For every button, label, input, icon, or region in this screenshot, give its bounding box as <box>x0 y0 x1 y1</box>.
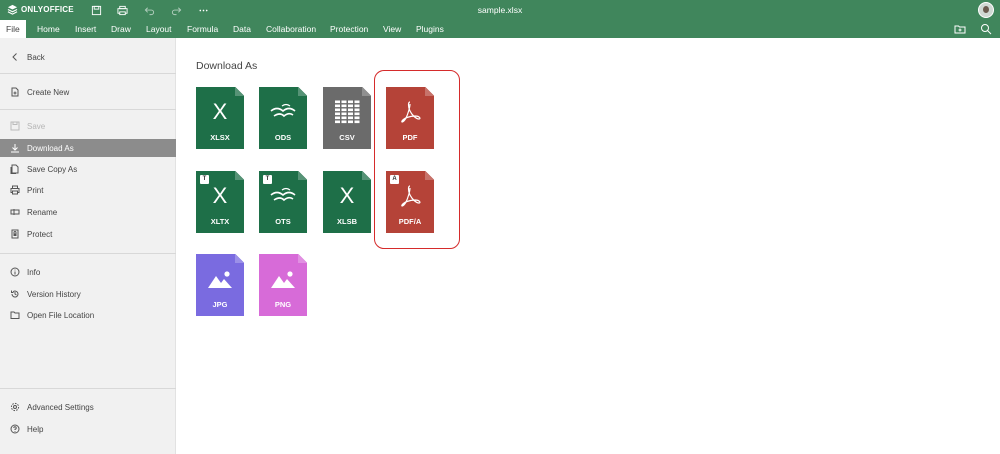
format-label: CSV <box>339 133 355 142</box>
search-icon[interactable] <box>980 23 993 36</box>
user-avatar[interactable] <box>978 2 994 18</box>
rename-label: Rename <box>27 207 58 217</box>
download-as-label: Download As <box>27 143 74 153</box>
panel-title: Download As <box>196 60 258 72</box>
save-copy-as-label: Save Copy As <box>27 164 78 174</box>
save-label: Save <box>27 121 46 131</box>
page-fold <box>298 254 307 263</box>
print-icon <box>9 185 20 196</box>
new-document-icon <box>9 87 20 98</box>
download-as-item[interactable]: Download As <box>0 139 176 157</box>
history-icon <box>9 289 20 300</box>
divider <box>0 73 176 74</box>
tab-protection[interactable]: Protection <box>324 20 374 38</box>
tab-insert[interactable]: Insert <box>69 20 102 38</box>
format-label: JPG <box>212 300 228 309</box>
info-label: Info <box>27 267 41 277</box>
x-icon: X <box>212 99 228 124</box>
menu-bar: File Home Insert Draw Layout Formula Dat… <box>0 20 1000 38</box>
folder-icon <box>9 310 20 321</box>
divider <box>0 253 176 254</box>
create-new-label: Create New <box>27 87 70 97</box>
version-history-item[interactable]: Version History <box>0 285 176 303</box>
rename-item[interactable]: Rename <box>0 203 176 221</box>
back-item[interactable]: Back <box>0 48 176 66</box>
open-file-location-item[interactable]: Open File Location <box>0 306 176 324</box>
format-label: XLSX <box>210 133 230 142</box>
tab-file[interactable]: File <box>0 20 26 38</box>
format-label: PDF/A <box>398 217 422 226</box>
format-label: XLSB <box>336 217 357 226</box>
help-item[interactable]: Help <box>0 420 176 438</box>
tab-layout[interactable]: Layout <box>140 20 178 38</box>
x-icon: X <box>339 183 355 208</box>
tab-data[interactable]: Data <box>227 20 257 38</box>
format-pdf-button[interactable]: PDF <box>386 87 434 149</box>
page-fold <box>425 171 434 180</box>
acrobat-icon <box>386 181 434 211</box>
format-label: OTS <box>275 217 291 226</box>
file-menu-sidebar: Back Create New Save Download As Save Co… <box>0 38 176 454</box>
back-label: Back <box>27 52 45 62</box>
format-jpg-button[interactable]: JPG <box>196 254 244 316</box>
print-label: Print <box>27 185 44 195</box>
grid-icon <box>323 97 371 127</box>
page-fold <box>235 171 244 180</box>
rename-icon <box>9 207 20 218</box>
divider <box>0 388 176 389</box>
divider <box>0 109 176 110</box>
tab-view[interactable]: View <box>377 20 407 38</box>
image-icon <box>196 264 244 294</box>
save-copy-as-item[interactable]: Save Copy As <box>0 160 176 178</box>
protect-item[interactable]: Protect <box>0 225 176 243</box>
acrobat-icon <box>386 97 434 127</box>
create-new-item[interactable]: Create New <box>0 83 176 101</box>
format-label: PDF <box>402 133 418 142</box>
page-fold <box>235 254 244 263</box>
format-label: PNG <box>274 300 292 309</box>
info-item[interactable]: Info <box>0 263 176 281</box>
title-bar: ONLYOFFICE sample.xlsx <box>0 0 1000 20</box>
save-icon <box>9 121 20 132</box>
advanced-settings-item[interactable]: Advanced Settings <box>0 398 176 416</box>
image-icon <box>259 264 307 294</box>
format-xltx-button[interactable]: T X XLTX <box>196 171 244 233</box>
tab-plugins[interactable]: Plugins <box>410 20 450 38</box>
format-xlsx-button[interactable]: X XLSX <box>196 87 244 149</box>
x-icon: X <box>212 183 228 208</box>
version-history-label: Version History <box>27 289 81 299</box>
save-item[interactable]: Save <box>0 117 176 135</box>
protect-label: Protect <box>27 229 53 239</box>
format-ods-button[interactable]: ODS <box>259 87 307 149</box>
help-icon <box>9 424 20 435</box>
format-ots-button[interactable]: T OTS <box>259 171 307 233</box>
format-pdf-a-button[interactable]: A PDF/A <box>386 171 434 233</box>
page-fold <box>362 171 371 180</box>
tab-formula[interactable]: Formula <box>181 20 224 38</box>
download-icon <box>9 143 20 154</box>
tab-home[interactable]: Home <box>31 20 66 38</box>
gear-icon <box>9 402 20 413</box>
advanced-settings-label: Advanced Settings <box>27 402 94 412</box>
format-label: ODS <box>274 133 292 142</box>
chevron-left-icon <box>9 52 20 63</box>
seagull-icon <box>259 97 307 127</box>
seagull-icon <box>259 181 307 211</box>
document-title: sample.xlsx <box>477 5 523 15</box>
open-file-location-label: Open File Location <box>27 310 95 320</box>
format-xlsb-button[interactable]: X XLSB <box>323 171 371 233</box>
tab-collaboration[interactable]: Collaboration <box>260 20 322 38</box>
format-label: XLTX <box>210 217 230 226</box>
page-fold <box>298 171 307 180</box>
format-csv-button[interactable]: CSV <box>323 87 371 149</box>
help-label: Help <box>27 424 44 434</box>
print-item[interactable]: Print <box>0 181 176 199</box>
save-copy-icon <box>9 164 20 175</box>
open-location-icon[interactable] <box>954 23 967 36</box>
protect-icon <box>9 229 20 240</box>
format-png-button[interactable]: PNG <box>259 254 307 316</box>
tab-draw[interactable]: Draw <box>105 20 137 38</box>
info-icon <box>9 267 20 278</box>
